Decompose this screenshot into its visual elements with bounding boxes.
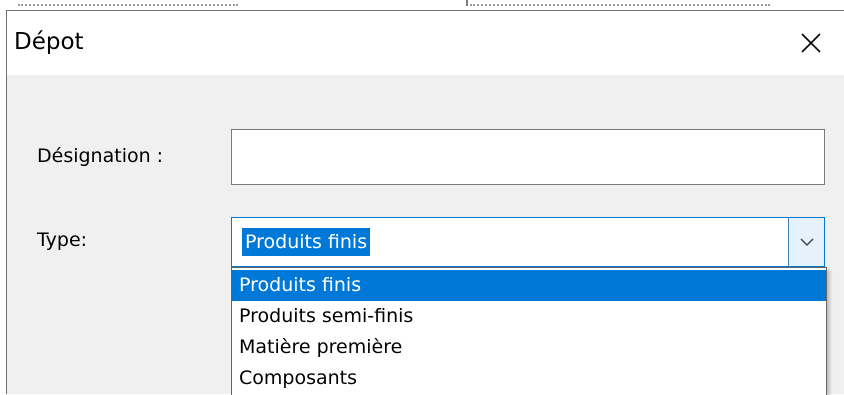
background-text-fragment (18, 0, 238, 6)
dropdown-option[interactable]: Composants (232, 363, 826, 394)
depot-dialog: Dépot Désignation : Type: Produits finis… (6, 10, 844, 395)
dropdown-option[interactable]: Produits semi-finis (232, 301, 826, 332)
close-icon (801, 33, 821, 53)
dropdown-option[interactable]: Matière première (232, 332, 826, 363)
type-label: Type: (37, 229, 88, 251)
dropdown-option[interactable]: Produits finis (232, 270, 826, 301)
type-dropdown-button[interactable] (788, 218, 824, 266)
designation-label: Désignation : (37, 145, 164, 167)
close-button[interactable] (777, 11, 844, 75)
background-text-fragment (470, 0, 770, 6)
designation-input[interactable] (231, 129, 825, 185)
title-bar: Dépot (7, 11, 844, 75)
dialog-title: Dépot (14, 29, 84, 55)
type-dropdown-list: Produits finis Produits semi-finis Matiè… (231, 267, 827, 395)
type-selected-value: Produits finis (242, 228, 371, 256)
background-divider (466, 0, 468, 6)
chevron-down-icon (799, 238, 814, 247)
type-combobox[interactable]: Produits finis (231, 217, 825, 267)
